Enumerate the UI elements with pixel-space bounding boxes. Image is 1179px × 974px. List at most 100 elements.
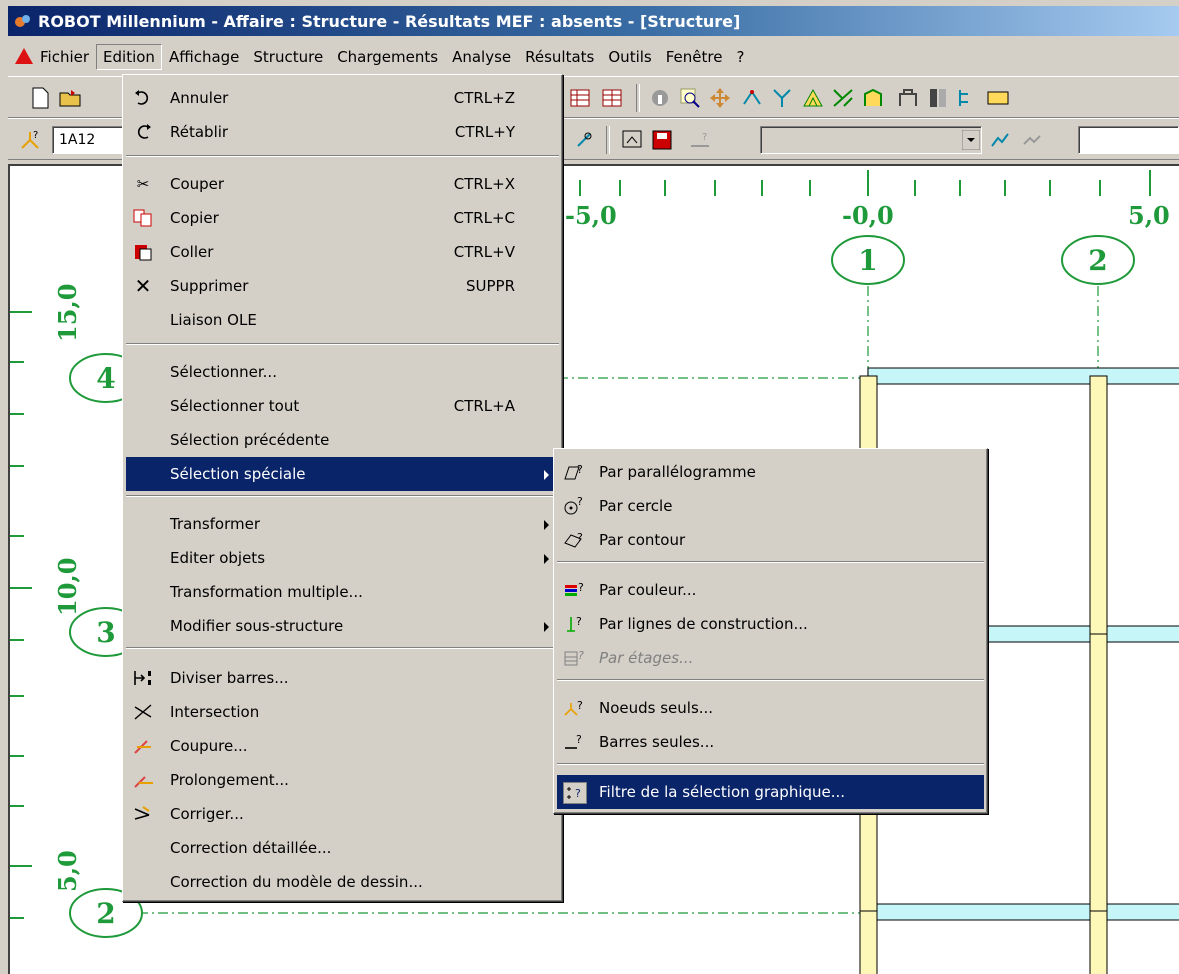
submenu-item-etages[interactable]: ? Par étages... bbox=[557, 641, 984, 675]
table-edit-icon[interactable] bbox=[600, 86, 624, 110]
svg-text:?: ? bbox=[578, 581, 584, 594]
menu-fichier[interactable]: Fichier bbox=[8, 44, 96, 70]
submenu-item-lignes-construction[interactable]: ? Par lignes de construction... bbox=[557, 607, 984, 641]
submenu-item-noeuds-seuls[interactable]: ? Noeuds seuls... bbox=[557, 691, 984, 725]
svg-text:?: ? bbox=[33, 130, 38, 141]
menu-item-annuler[interactable]: Annuler CTRL+Z bbox=[126, 81, 559, 115]
section-icon[interactable] bbox=[572, 128, 596, 152]
grid-row-label: 4 bbox=[96, 362, 115, 395]
submenu-item-cercle[interactable]: ? Par cercle bbox=[557, 489, 984, 523]
special-selection-submenu: ? Par parallélogramme ? Par cercle ? Par… bbox=[553, 448, 988, 814]
bars-icon[interactable] bbox=[770, 86, 794, 110]
menu-item-retablir[interactable]: Rétablir CTRL+Y bbox=[126, 115, 559, 149]
results-field[interactable] bbox=[1078, 126, 1179, 154]
info-icon[interactable] bbox=[648, 86, 672, 110]
menu-item-couper[interactable]: ✂ Couper CTRL+X bbox=[126, 167, 559, 201]
robot-menu-icon bbox=[15, 48, 33, 64]
delete-icon: ✕ bbox=[134, 274, 152, 298]
menu-item-corriger[interactable]: Corriger... bbox=[126, 797, 559, 831]
menu-item-correction-modele[interactable]: Correction du modèle de dessin... bbox=[126, 865, 559, 899]
menu-resultats[interactable]: Résultats bbox=[518, 44, 601, 70]
left-ruler bbox=[10, 311, 32, 919]
y-tick-label: 5,0 bbox=[53, 850, 82, 892]
menu-separator bbox=[126, 647, 559, 649]
submenu-item-barres-seules[interactable]: ? Barres seules... bbox=[557, 725, 984, 759]
menu-structure[interactable]: Structure bbox=[246, 44, 330, 70]
menu-separator bbox=[126, 155, 559, 157]
results-icon[interactable] bbox=[1020, 128, 1044, 152]
menu-item-selection-precedente[interactable]: Sélection précédente bbox=[126, 423, 559, 457]
grid-row-label: 3 bbox=[96, 616, 115, 649]
submenu-item-parallelogramme[interactable]: ? Par parallélogramme bbox=[557, 455, 984, 489]
menu-item-selectionner-tout[interactable]: Sélectionner tout CTRL+A bbox=[126, 389, 559, 423]
case-dropdown[interactable] bbox=[760, 126, 982, 154]
menu-item-copier[interactable]: Copier CTRL+C bbox=[126, 201, 559, 235]
svg-text:?: ? bbox=[577, 699, 583, 712]
open-folder-icon[interactable] bbox=[58, 86, 82, 110]
x-tick-label: -0,0 bbox=[842, 201, 894, 230]
circle-select-icon: ? bbox=[563, 496, 585, 516]
grid-row-label: 2 bbox=[96, 897, 115, 930]
nodes-icon[interactable] bbox=[740, 86, 764, 110]
menu-item-selectionner[interactable]: Sélectionner... bbox=[126, 355, 559, 389]
menu-separator bbox=[557, 763, 984, 765]
chevron-down-icon[interactable] bbox=[962, 130, 980, 150]
menu-edition[interactable]: Edition bbox=[96, 44, 162, 70]
menu-item-supprimer[interactable]: ✕ Supprimer SUPPR bbox=[126, 269, 559, 303]
submenu-item-filtre-selection[interactable]: ? Filtre de la sélection graphique... bbox=[557, 775, 984, 809]
menu-item-liaison-ole[interactable]: Liaison OLE bbox=[126, 303, 559, 337]
submenu-arrow-icon bbox=[544, 622, 549, 632]
menu-separator bbox=[126, 495, 559, 497]
menu-item-transformer[interactable]: Transformer bbox=[126, 507, 559, 541]
submenu-item-couleur[interactable]: ? Par couleur... bbox=[557, 573, 984, 607]
frame-icon[interactable] bbox=[861, 86, 885, 110]
cut-bars-icon bbox=[132, 736, 154, 756]
menu-item-diviser-barres[interactable]: Diviser barres... bbox=[126, 661, 559, 695]
contour-select-icon: ? bbox=[563, 530, 585, 550]
submenu-arrow-icon bbox=[544, 470, 549, 480]
menu-item-intersection[interactable]: Intersection bbox=[126, 695, 559, 729]
bars-only-icon: ? bbox=[563, 732, 585, 752]
zoom-window-icon[interactable] bbox=[678, 86, 702, 110]
diagram-icon[interactable] bbox=[988, 128, 1012, 152]
table-icon[interactable] bbox=[568, 86, 592, 110]
structure-icon[interactable] bbox=[801, 86, 825, 110]
save-view-icon[interactable] bbox=[650, 128, 674, 152]
display-icon[interactable] bbox=[620, 128, 644, 152]
node-select-icon[interactable]: ? bbox=[18, 128, 42, 152]
building-icon[interactable] bbox=[896, 86, 920, 110]
menu-help[interactable]: ? bbox=[729, 44, 751, 70]
vehicle-icon[interactable] bbox=[986, 86, 1010, 110]
top-ruler bbox=[579, 170, 1151, 196]
calculator-icon[interactable] bbox=[926, 86, 950, 110]
menu-item-correction-detaillee[interactable]: Correction détaillée... bbox=[126, 831, 559, 865]
menu-item-selection-speciale[interactable]: Sélection spéciale bbox=[126, 457, 559, 491]
menu-affichage[interactable]: Affichage bbox=[162, 44, 246, 70]
nodes-only-icon: ? bbox=[563, 698, 585, 718]
measure-icon[interactable]: ? bbox=[688, 128, 712, 152]
new-file-icon[interactable] bbox=[28, 86, 52, 110]
grid-column-label: 2 bbox=[1088, 244, 1107, 277]
menu-chargements[interactable]: Chargements bbox=[330, 44, 445, 70]
undo-icon bbox=[132, 88, 154, 108]
tree-icon[interactable] bbox=[956, 86, 980, 110]
menu-item-modifier-sous-structure[interactable]: Modifier sous-structure bbox=[126, 609, 559, 643]
robot-app-icon bbox=[15, 15, 30, 27]
menu-item-prolongement[interactable]: Prolongement... bbox=[126, 763, 559, 797]
paste-icon bbox=[132, 242, 154, 262]
pan-icon[interactable] bbox=[708, 86, 732, 110]
menu-item-coller[interactable]: Coller CTRL+V bbox=[126, 235, 559, 269]
svg-text:?: ? bbox=[702, 132, 707, 143]
divide-bars-icon bbox=[132, 668, 154, 688]
menu-item-coupure[interactable]: Coupure... bbox=[126, 729, 559, 763]
selection-input[interactable]: 1A12 bbox=[52, 126, 132, 154]
menu-item-editer-objets[interactable]: Editer objets bbox=[126, 541, 559, 575]
submenu-item-contour[interactable]: ? Par contour bbox=[557, 523, 984, 557]
menu-analyse[interactable]: Analyse bbox=[445, 44, 518, 70]
menu-outils[interactable]: Outils bbox=[601, 44, 658, 70]
extend-icon bbox=[132, 770, 154, 790]
loads-icon[interactable] bbox=[831, 86, 855, 110]
menu-item-transformation-multiple[interactable]: Transformation multiple... bbox=[126, 575, 559, 609]
parallelogram-select-icon: ? bbox=[563, 462, 585, 482]
menu-fenetre[interactable]: Fenêtre bbox=[659, 44, 730, 70]
